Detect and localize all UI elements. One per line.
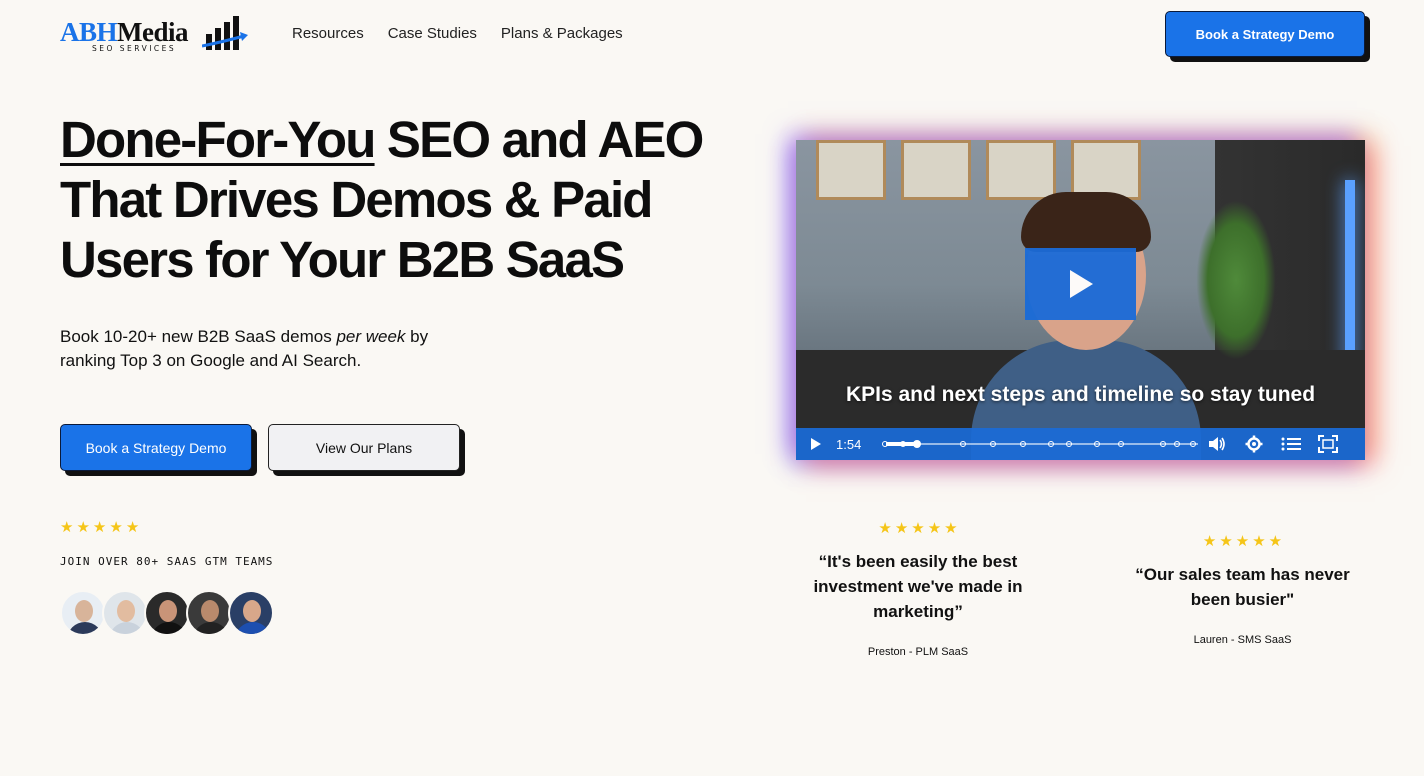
video-time: 1:54 xyxy=(836,436,862,452)
rating-stars: ★ ★ ★ ★ ★ xyxy=(1120,534,1365,550)
avatar xyxy=(144,590,190,636)
star-icon: ★ xyxy=(911,520,925,537)
settings-icon xyxy=(1245,435,1262,453)
rating-stars: ★ ★ ★ ★ ★ xyxy=(800,521,1036,537)
video-caption: KPIs and next steps and timeline so stay… xyxy=(845,383,1316,406)
video-controls: 1:54 xyxy=(796,428,1365,460)
testimonial-author: Lauren - SMS SaaS xyxy=(1193,634,1292,646)
nav-link-plans-packages[interactable]: Plans & Packages xyxy=(501,24,623,44)
star-icon: ★ xyxy=(1252,533,1266,550)
video-player[interactable]: KPIs and next steps and timeline so stay… xyxy=(796,140,1365,460)
nav-link-case-studies[interactable]: Case Studies xyxy=(388,24,477,44)
star-icon: ★ xyxy=(125,519,140,536)
star-icon: ★ xyxy=(1235,533,1250,550)
nav-book-demo-button[interactable]: Book a Strategy Demo xyxy=(1165,11,1365,57)
star-icon: ★ xyxy=(1268,533,1283,550)
nav-link-resources[interactable]: Resources xyxy=(292,24,364,44)
bar-chart-logo-icon xyxy=(202,16,248,50)
hero-title-underlined: Done-For-You xyxy=(60,111,376,168)
wall-picture xyxy=(1071,140,1141,200)
volume-icon xyxy=(1208,437,1225,451)
fullscreen-button[interactable] xyxy=(1309,428,1346,460)
play-button[interactable] xyxy=(796,428,836,460)
play-icon xyxy=(811,438,821,450)
logo-tagline: SEO SERVICES xyxy=(92,44,177,53)
rating-stars: ★ ★ ★ ★ ★ xyxy=(60,520,139,536)
hero-subtitle: Book 10-20+ new B2B SaaS demos per week … xyxy=(60,327,429,370)
star-icon: ★ xyxy=(1219,533,1233,550)
avatar xyxy=(102,590,148,636)
testimonial-author: Preston - PLM SaaS xyxy=(867,646,969,658)
testimonial-quote: “It's been easily the best investment we… xyxy=(813,552,1023,621)
star-icon: ★ xyxy=(878,520,892,537)
hero-title: Done-For-You SEO and AEO That Drives Dem… xyxy=(60,110,740,290)
book-demo-button[interactable]: Book a Strategy Demo xyxy=(60,424,252,471)
avatar xyxy=(228,590,274,636)
testimonial-card: ★ ★ ★ ★ ★ “It's been easily the best investm… xyxy=(800,521,1036,659)
star-icon: ★ xyxy=(109,519,123,536)
video-progress-bar[interactable] xyxy=(882,428,1198,460)
volume-button[interactable] xyxy=(1198,428,1235,460)
star-icon: ★ xyxy=(60,519,74,536)
testimonial-card: ★ ★ ★ ★ ★ “Our sales team has never been bus… xyxy=(1120,534,1365,647)
settings-button[interactable] xyxy=(1235,428,1272,460)
star-icon: ★ xyxy=(894,520,909,537)
video-plant xyxy=(1196,200,1276,360)
wall-picture xyxy=(986,140,1056,200)
star-icon: ★ xyxy=(927,520,942,537)
avatar xyxy=(186,590,232,636)
big-play-button[interactable] xyxy=(1025,248,1136,320)
fullscreen-icon xyxy=(1317,435,1338,453)
join-teams-text: JOIN OVER 80+ SAAS GTM TEAMS xyxy=(60,555,274,568)
star-icon: ★ xyxy=(944,520,958,537)
top-nav: ABHMedia SEO SERVICES Resources Case Stu… xyxy=(0,0,1424,70)
play-icon xyxy=(1069,270,1093,298)
avatar xyxy=(60,590,106,636)
star-icon: ★ xyxy=(1202,533,1217,550)
video-presenter xyxy=(971,192,1201,460)
chapters-icon xyxy=(1281,437,1301,451)
nav-links: Resources Case Studies Plans & Packages xyxy=(292,24,623,44)
customer-avatars xyxy=(60,590,274,636)
logo[interactable]: ABHMedia SEO SERVICES xyxy=(60,16,250,56)
view-plans-button[interactable]: View Our Plans xyxy=(268,424,460,471)
wall-picture xyxy=(816,140,886,200)
star-icon: ★ xyxy=(76,519,90,536)
chapters-button[interactable] xyxy=(1272,428,1309,460)
wall-picture xyxy=(901,140,971,200)
testimonial-quote: “Our sales team has never been busier" xyxy=(1135,565,1350,609)
progress-knob[interactable] xyxy=(913,440,921,448)
star-icon: ★ xyxy=(92,519,107,536)
